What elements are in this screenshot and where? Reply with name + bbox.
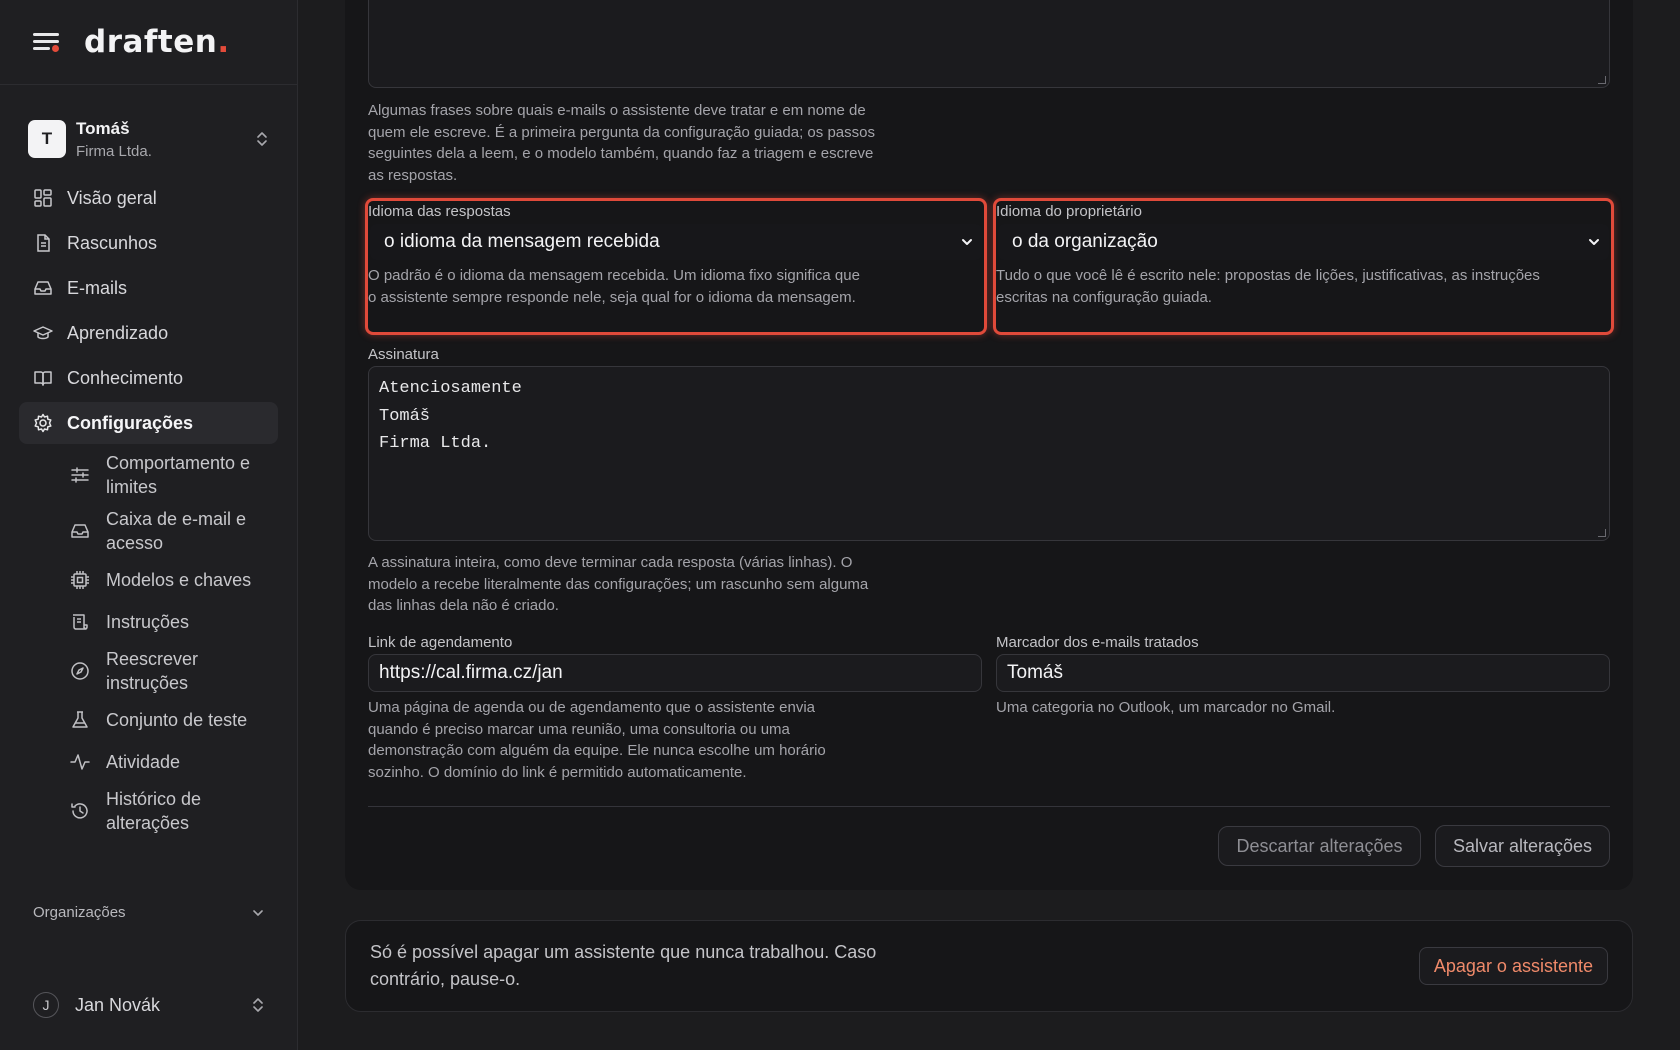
chevron-up-down-icon	[253, 998, 263, 1012]
nav-item-drafts[interactable]: Rascunhos	[19, 222, 278, 264]
sub-item-models[interactable]: Modelos e chaves	[70, 559, 278, 601]
nav-item-learning[interactable]: Aprendizado	[19, 312, 278, 354]
chevron-up-down-icon	[257, 132, 267, 146]
compass-icon	[71, 662, 89, 680]
owner-language-select[interactable]: o da organização	[998, 224, 1609, 260]
account-org: Firma Ltda.	[76, 142, 152, 160]
discard-changes-button[interactable]: Descartar alterações	[1218, 826, 1421, 866]
brand-bar: draften.	[0, 0, 297, 85]
scroll-icon	[73, 614, 88, 630]
sub-item-label: Instruções	[106, 612, 190, 632]
main-nav: Visão geral Rascunhos E-mails Aprendizad…	[0, 177, 297, 839]
nav-label: Visão geral	[67, 187, 157, 208]
user-avatar: J	[33, 992, 59, 1018]
inbox-icon	[71, 524, 89, 538]
scope-textarea[interactable]	[368, 0, 1610, 88]
dashboard-icon	[34, 189, 52, 207]
organizations-toggle[interactable]: Organizações	[33, 904, 265, 921]
sub-item-rewrite[interactable]: Reescrever instruções	[70, 643, 278, 699]
nav-item-emails[interactable]: E-mails	[19, 267, 278, 309]
scheduling-link-input[interactable]: https://cal.firma.cz/jan	[368, 654, 982, 692]
save-changes-button[interactable]: Salvar alterações	[1435, 825, 1610, 867]
account-name: Tomáš	[76, 118, 130, 138]
handled-marker-input[interactable]: Tomáš	[996, 654, 1610, 692]
chevron-down-icon	[1589, 239, 1599, 245]
gear-icon	[34, 413, 52, 433]
nav-item-settings[interactable]: Configurações	[19, 402, 278, 444]
signature-line: Tomáš	[379, 406, 431, 426]
delete-assistant-card: Só é possível apagar um assistente que n…	[345, 920, 1633, 1012]
reply-language-value: o idioma da mensagem recebida	[384, 231, 660, 252]
sub-item-test-set[interactable]: Conjunto de teste	[70, 699, 278, 741]
signature-textarea[interactable]: Atenciosamente Tomáš Firma Ltda.	[368, 366, 1610, 541]
organizations-label: Organizações	[33, 904, 126, 921]
sub-item-label: Conjunto de teste	[106, 710, 248, 730]
sub-item-instructions[interactable]: Instruções	[70, 601, 278, 643]
signature-line: Firma Ltda.	[379, 434, 492, 453]
flask-icon	[72, 711, 88, 728]
delete-assistant-button[interactable]: Apagar o assistente	[1418, 947, 1608, 985]
owner-language-value: o da organização	[1012, 231, 1158, 252]
sub-item-mailbox[interactable]: Caixa de e-mail e acesso	[70, 503, 278, 559]
logo: draften.	[84, 24, 230, 60]
document-icon	[37, 234, 50, 252]
nav-label: Conhecimento	[67, 367, 184, 388]
activity-icon	[70, 754, 90, 770]
signature-line: Atenciosamente	[379, 379, 522, 398]
nav-item-knowledge[interactable]: Conhecimento	[19, 357, 278, 399]
account-avatar: T	[28, 120, 66, 158]
sub-item-activity[interactable]: Atividade	[70, 741, 278, 783]
sub-item-label: Atividade	[106, 752, 181, 772]
history-icon	[71, 803, 88, 819]
delete-assistant-text: Só é possível apagar um assistente que n…	[370, 942, 877, 989]
resize-handle-icon[interactable]	[1598, 76, 1606, 84]
nav-label: E-mails	[67, 277, 128, 298]
user-name: Jan Novák	[75, 994, 161, 1015]
sub-item-history[interactable]: Histórico de alterações	[70, 783, 278, 839]
book-icon	[34, 371, 52, 386]
sub-item-label: Reescrever instruções	[106, 649, 199, 693]
chip-icon	[71, 571, 89, 589]
chevron-down-icon	[253, 909, 263, 916]
sub-item-label: Comportamento e limites	[106, 453, 251, 497]
nav-item-overview[interactable]: Visão geral	[19, 177, 278, 219]
scheduling-link-value: https://cal.firma.cz/jan	[379, 662, 563, 683]
nav-label: Aprendizado	[67, 322, 169, 343]
graduation-cap-icon	[33, 326, 53, 340]
nav-label: Configurações	[67, 412, 194, 433]
sub-item-label: Caixa de e-mail e acesso	[106, 509, 247, 553]
handled-marker-value: Tomáš	[1007, 662, 1063, 683]
nav-label: Rascunhos	[67, 232, 158, 253]
account-switcher[interactable]: T Tomáš Firma Ltda.	[0, 115, 297, 163]
sidebar: draften. T Tomáš Firma Ltda. Visão geral…	[0, 0, 298, 1050]
sliders-icon	[71, 467, 89, 483]
resize-handle-icon[interactable]	[1598, 529, 1606, 537]
user-menu[interactable]: J Jan Novák	[33, 992, 265, 1018]
menu-icon[interactable]	[33, 31, 59, 53]
sub-item-label: Histórico de alterações	[106, 789, 202, 833]
inbox-icon	[34, 281, 52, 295]
sub-item-behavior[interactable]: Comportamento e limites	[70, 447, 278, 503]
chevron-down-icon	[962, 239, 972, 245]
sub-item-label: Modelos e chaves	[106, 570, 252, 590]
reply-language-select[interactable]: o idioma da mensagem recebida	[370, 224, 982, 260]
